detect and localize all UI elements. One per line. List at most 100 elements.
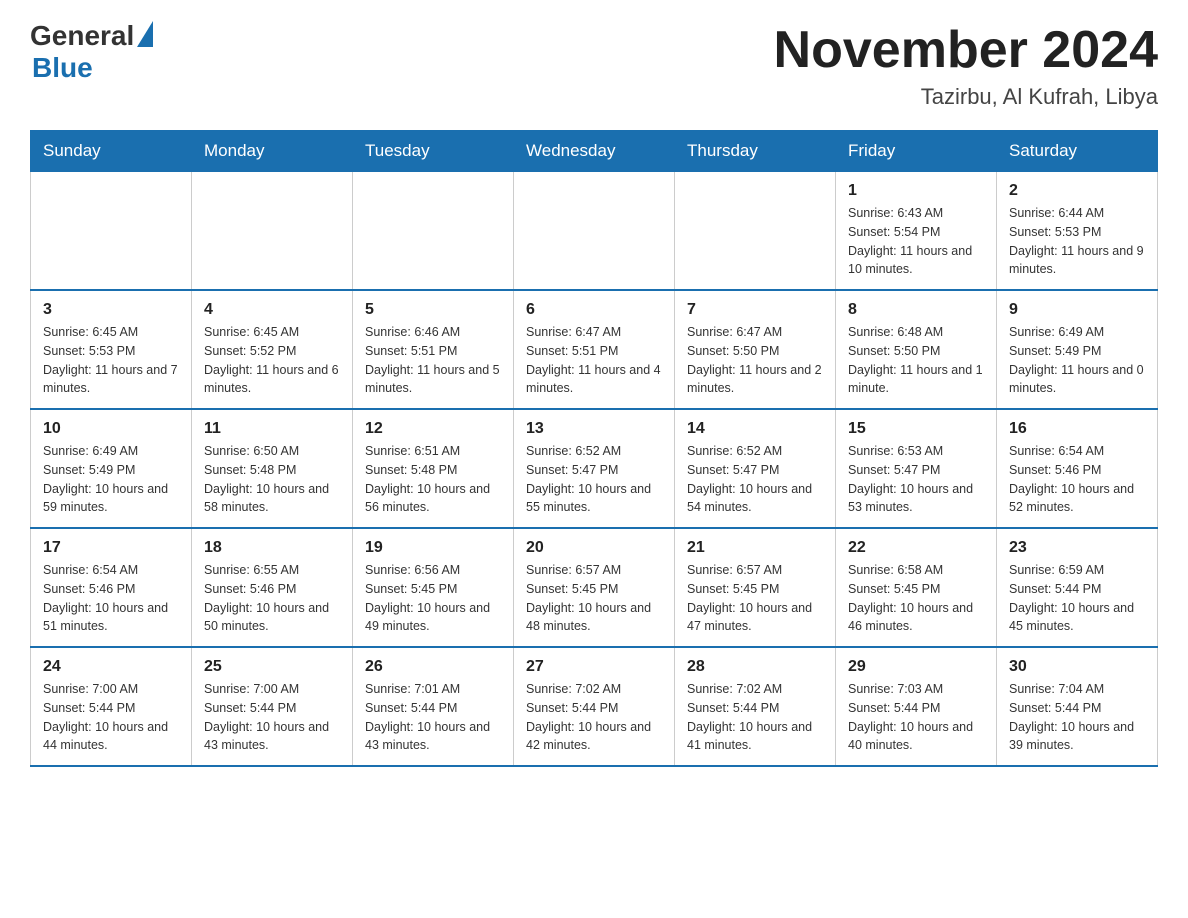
day-info: Sunrise: 7:04 AM Sunset: 5:44 PM Dayligh… bbox=[1009, 680, 1145, 755]
calendar-cell: 17 Sunrise: 6:54 AM Sunset: 5:46 PM Dayli… bbox=[31, 528, 192, 647]
title-section: November 2024 Tazirbu, Al Kufrah, Libya bbox=[774, 20, 1158, 110]
day-number: 6 bbox=[526, 301, 662, 319]
month-title: November 2024 bbox=[774, 20, 1158, 80]
day-info: Sunrise: 6:43 AM Sunset: 5:54 PM Dayligh… bbox=[848, 204, 984, 279]
day-info: Sunrise: 6:47 AM Sunset: 5:51 PM Dayligh… bbox=[526, 323, 662, 398]
calendar-cell: 5Sunrise: 6:46 AM Sunset: 5:51 PM Daylig… bbox=[353, 290, 514, 409]
day-info: Sunrise: 6:58 AM Sunset: 5:45 PM Dayligh… bbox=[848, 561, 984, 636]
calendar-cell bbox=[192, 172, 353, 291]
calendar-week-row: 17 Sunrise: 6:54 AM Sunset: 5:46 PM Dayli… bbox=[31, 528, 1158, 647]
logo-arrow-icon bbox=[137, 21, 153, 47]
calendar-cell: 30 Sunrise: 7:04 AM Sunset: 5:44 PM Dayli… bbox=[997, 647, 1158, 766]
calendar-cell: 24 Sunrise: 7:00 AM Sunset: 5:44 PM Dayli… bbox=[31, 647, 192, 766]
day-info: Sunrise: 6:44 AM Sunset: 5:53 PM Dayligh… bbox=[1009, 204, 1145, 279]
calendar-cell: 23Sunrise: 6:59 AM Sunset: 5:44 PM Dayli… bbox=[997, 528, 1158, 647]
calendar-cell: 11 Sunrise: 6:50 AM Sunset: 5:48 PM Dayli… bbox=[192, 409, 353, 528]
calendar-cell: 12 Sunrise: 6:51 AM Sunset: 5:48 PM Dayli… bbox=[353, 409, 514, 528]
calendar-cell: 19Sunrise: 6:56 AM Sunset: 5:45 PM Dayli… bbox=[353, 528, 514, 647]
day-info: Sunrise: 6:59 AM Sunset: 5:44 PM Dayligh… bbox=[1009, 561, 1145, 636]
calendar-cell: 28 Sunrise: 7:02 AM Sunset: 5:44 PM Dayli… bbox=[675, 647, 836, 766]
calendar-cell: 7 Sunrise: 6:47 AM Sunset: 5:50 PM Daylig… bbox=[675, 290, 836, 409]
day-number: 14 bbox=[687, 420, 823, 438]
calendar-cell: 20 Sunrise: 6:57 AM Sunset: 5:45 PM Dayli… bbox=[514, 528, 675, 647]
calendar-cell: 1 Sunrise: 6:43 AM Sunset: 5:54 PM Daylig… bbox=[836, 172, 997, 291]
day-info: Sunrise: 7:00 AM Sunset: 5:44 PM Dayligh… bbox=[204, 680, 340, 755]
calendar-cell: 13 Sunrise: 6:52 AM Sunset: 5:47 PM Dayli… bbox=[514, 409, 675, 528]
day-of-week-friday: Friday bbox=[836, 131, 997, 172]
day-number: 30 bbox=[1009, 658, 1145, 676]
day-info: Sunrise: 7:02 AM Sunset: 5:44 PM Dayligh… bbox=[526, 680, 662, 755]
day-number: 29 bbox=[848, 658, 984, 676]
day-info: Sunrise: 6:54 AM Sunset: 5:46 PM Dayligh… bbox=[1009, 442, 1145, 517]
calendar-cell: 9 Sunrise: 6:49 AM Sunset: 5:49 PM Daylig… bbox=[997, 290, 1158, 409]
day-number: 21 bbox=[687, 539, 823, 557]
calendar-cell: 6 Sunrise: 6:47 AM Sunset: 5:51 PM Daylig… bbox=[514, 290, 675, 409]
day-info: Sunrise: 6:55 AM Sunset: 5:46 PM Dayligh… bbox=[204, 561, 340, 636]
calendar-cell: 16 Sunrise: 6:54 AM Sunset: 5:46 PM Dayli… bbox=[997, 409, 1158, 528]
day-number: 17 bbox=[43, 539, 179, 557]
day-info: Sunrise: 6:49 AM Sunset: 5:49 PM Dayligh… bbox=[1009, 323, 1145, 398]
day-info: Sunrise: 6:56 AM Sunset: 5:45 PM Dayligh… bbox=[365, 561, 501, 636]
calendar-cell: 21 Sunrise: 6:57 AM Sunset: 5:45 PM Dayli… bbox=[675, 528, 836, 647]
day-of-week-thursday: Thursday bbox=[675, 131, 836, 172]
day-info: Sunrise: 6:54 AM Sunset: 5:46 PM Dayligh… bbox=[43, 561, 179, 636]
calendar-cell: 3 Sunrise: 6:45 AM Sunset: 5:53 PM Daylig… bbox=[31, 290, 192, 409]
day-info: Sunrise: 6:51 AM Sunset: 5:48 PM Dayligh… bbox=[365, 442, 501, 517]
calendar-week-row: 3 Sunrise: 6:45 AM Sunset: 5:53 PM Daylig… bbox=[31, 290, 1158, 409]
day-info: Sunrise: 6:45 AM Sunset: 5:53 PM Dayligh… bbox=[43, 323, 179, 398]
day-number: 7 bbox=[687, 301, 823, 319]
calendar-cell: 15 Sunrise: 6:53 AM Sunset: 5:47 PM Dayli… bbox=[836, 409, 997, 528]
calendar-cell: 4Sunrise: 6:45 AM Sunset: 5:52 PM Daylig… bbox=[192, 290, 353, 409]
location: Tazirbu, Al Kufrah, Libya bbox=[774, 84, 1158, 110]
day-number: 20 bbox=[526, 539, 662, 557]
calendar-cell: 18 Sunrise: 6:55 AM Sunset: 5:46 PM Dayli… bbox=[192, 528, 353, 647]
day-info: Sunrise: 6:57 AM Sunset: 5:45 PM Dayligh… bbox=[526, 561, 662, 636]
calendar-cell: 10Sunrise: 6:49 AM Sunset: 5:49 PM Dayli… bbox=[31, 409, 192, 528]
day-of-week-wednesday: Wednesday bbox=[514, 131, 675, 172]
calendar-week-row: 24 Sunrise: 7:00 AM Sunset: 5:44 PM Dayli… bbox=[31, 647, 1158, 766]
day-info: Sunrise: 7:02 AM Sunset: 5:44 PM Dayligh… bbox=[687, 680, 823, 755]
day-number: 12 bbox=[365, 420, 501, 438]
day-info: Sunrise: 6:52 AM Sunset: 5:47 PM Dayligh… bbox=[526, 442, 662, 517]
day-info: Sunrise: 6:46 AM Sunset: 5:51 PM Dayligh… bbox=[365, 323, 501, 398]
day-number: 15 bbox=[848, 420, 984, 438]
day-number: 11 bbox=[204, 420, 340, 438]
calendar-cell: 27 Sunrise: 7:02 AM Sunset: 5:44 PM Dayli… bbox=[514, 647, 675, 766]
page-header: General Blue November 2024 Tazirbu, Al K… bbox=[30, 20, 1158, 110]
day-info: Sunrise: 6:57 AM Sunset: 5:45 PM Dayligh… bbox=[687, 561, 823, 636]
calendar-cell bbox=[31, 172, 192, 291]
day-number: 8 bbox=[848, 301, 984, 319]
logo: General Blue bbox=[30, 20, 153, 84]
calendar-cell: 14 Sunrise: 6:52 AM Sunset: 5:47 PM Dayli… bbox=[675, 409, 836, 528]
day-number: 1 bbox=[848, 182, 984, 200]
day-number: 9 bbox=[1009, 301, 1145, 319]
day-of-week-saturday: Saturday bbox=[997, 131, 1158, 172]
calendar-cell bbox=[514, 172, 675, 291]
day-number: 3 bbox=[43, 301, 179, 319]
day-info: Sunrise: 7:01 AM Sunset: 5:44 PM Dayligh… bbox=[365, 680, 501, 755]
day-info: Sunrise: 7:03 AM Sunset: 5:44 PM Dayligh… bbox=[848, 680, 984, 755]
day-number: 18 bbox=[204, 539, 340, 557]
calendar-cell: 22Sunrise: 6:58 AM Sunset: 5:45 PM Dayli… bbox=[836, 528, 997, 647]
day-number: 2 bbox=[1009, 182, 1145, 200]
calendar-cell bbox=[353, 172, 514, 291]
day-of-week-tuesday: Tuesday bbox=[353, 131, 514, 172]
day-number: 27 bbox=[526, 658, 662, 676]
day-info: Sunrise: 6:45 AM Sunset: 5:52 PM Dayligh… bbox=[204, 323, 340, 398]
calendar-cell: 2 Sunrise: 6:44 AM Sunset: 5:53 PM Daylig… bbox=[997, 172, 1158, 291]
day-number: 24 bbox=[43, 658, 179, 676]
calendar-cell bbox=[675, 172, 836, 291]
logo-general-text: General bbox=[30, 20, 134, 52]
day-info: Sunrise: 6:52 AM Sunset: 5:47 PM Dayligh… bbox=[687, 442, 823, 517]
day-number: 28 bbox=[687, 658, 823, 676]
calendar-week-row: 10Sunrise: 6:49 AM Sunset: 5:49 PM Dayli… bbox=[31, 409, 1158, 528]
calendar-cell: 26 Sunrise: 7:01 AM Sunset: 5:44 PM Dayli… bbox=[353, 647, 514, 766]
day-number: 16 bbox=[1009, 420, 1145, 438]
day-number: 13 bbox=[526, 420, 662, 438]
calendar-table: SundayMondayTuesdayWednesdayThursdayFrid… bbox=[30, 130, 1158, 767]
day-info: Sunrise: 6:53 AM Sunset: 5:47 PM Dayligh… bbox=[848, 442, 984, 517]
day-info: Sunrise: 6:47 AM Sunset: 5:50 PM Dayligh… bbox=[687, 323, 823, 398]
day-number: 26 bbox=[365, 658, 501, 676]
day-info: Sunrise: 7:00 AM Sunset: 5:44 PM Dayligh… bbox=[43, 680, 179, 755]
day-info: Sunrise: 6:50 AM Sunset: 5:48 PM Dayligh… bbox=[204, 442, 340, 517]
